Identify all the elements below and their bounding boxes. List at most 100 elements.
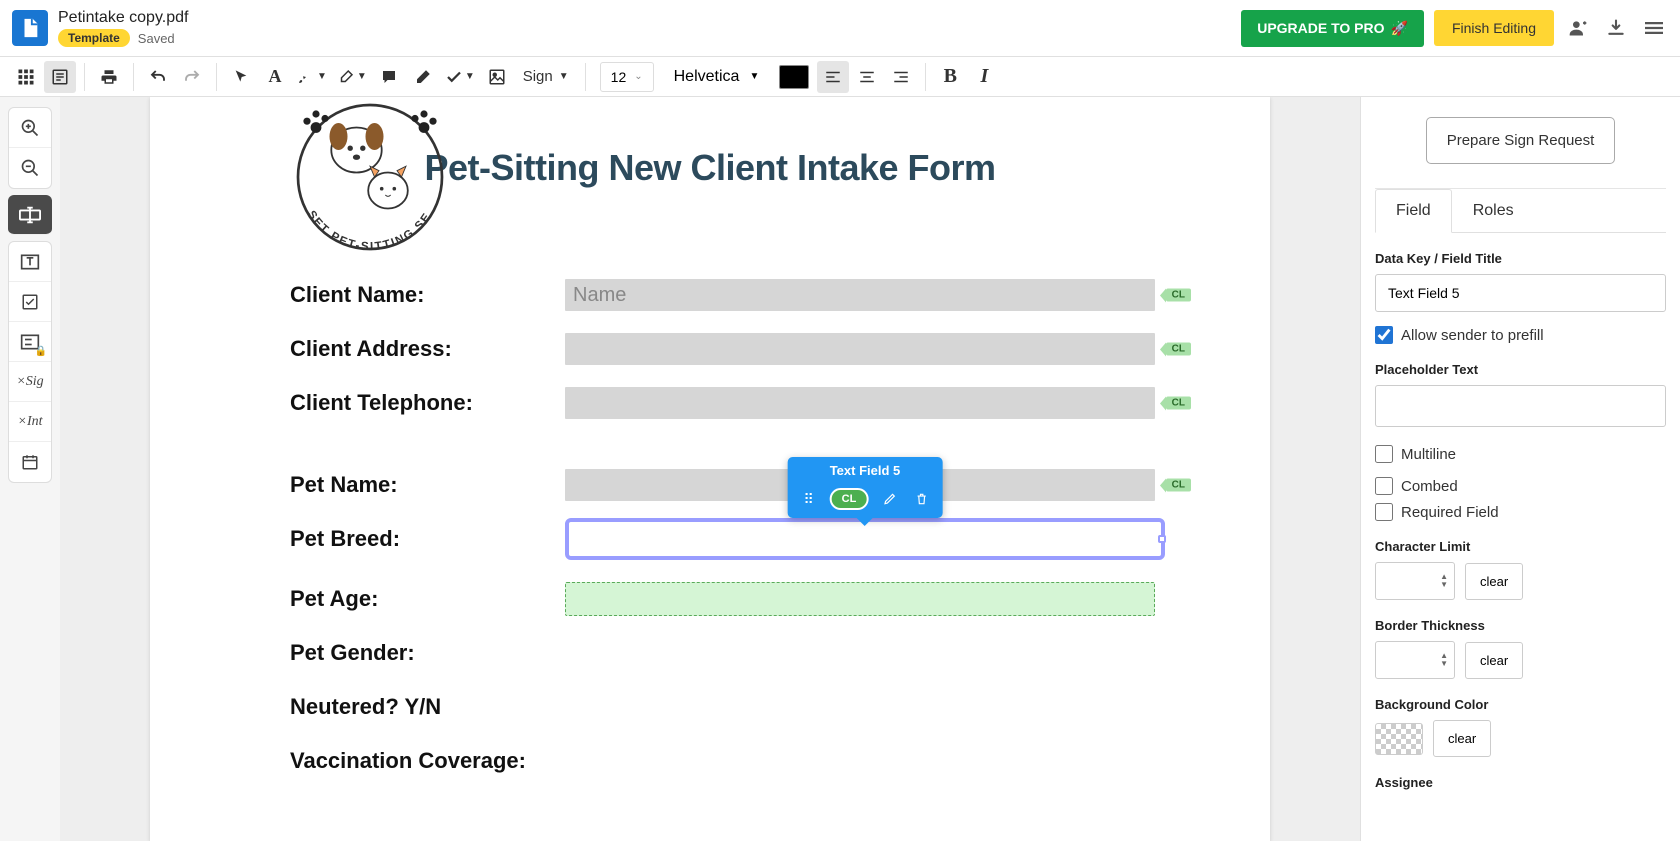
form-row-client-address: Client Address: CL <box>290 333 1190 365</box>
text-area-tool[interactable] <box>9 242 51 282</box>
multiline-label: Multiline <box>1401 446 1456 463</box>
prepare-sign-request-button[interactable]: Prepare Sign Request <box>1426 117 1616 164</box>
zoom-out-button[interactable] <box>9 148 51 188</box>
brush-tool-icon[interactable]: ▼ <box>293 61 331 93</box>
bg-color-label: Background Color <box>1375 697 1666 712</box>
combed-checkbox[interactable] <box>1375 477 1393 495</box>
popover-role-badge[interactable]: CL <box>830 488 869 510</box>
download-icon[interactable] <box>1602 14 1630 42</box>
comment-tool-icon[interactable] <box>373 61 405 93</box>
field-label: Client Name: <box>290 282 565 308</box>
text-field[interactable]: CL <box>565 387 1155 419</box>
file-name: Petintake copy.pdf <box>58 9 188 27</box>
align-left-icon[interactable] <box>817 61 849 93</box>
eraser-tool-icon[interactable] <box>407 61 439 93</box>
selected-text-field[interactable]: Text Field 5 ⠿ CL <box>565 518 1165 560</box>
menu-icon[interactable] <box>1640 14 1668 42</box>
align-center-icon[interactable] <box>851 61 883 93</box>
toolbar: A ▼ ▼ ▼ Sign▼ 12⌄ Helvetica▼ B I <box>0 57 1680 97</box>
undo-icon[interactable] <box>142 61 174 93</box>
assignee-label: Assignee <box>1375 775 1666 790</box>
form-row-client-telephone: Client Telephone: CL <box>290 387 1190 419</box>
zoom-in-button[interactable] <box>9 108 51 148</box>
initials-tool[interactable]: ×Int <box>9 402 51 442</box>
checkbox-tool[interactable] <box>9 282 51 322</box>
italic-icon[interactable]: I <box>968 61 1000 93</box>
drag-handle-icon[interactable]: ⠿ <box>798 488 820 510</box>
right-panel: Prepare Sign Request Field Roles Data Ke… <box>1360 97 1680 841</box>
sign-dropdown[interactable]: Sign▼ <box>515 61 577 93</box>
border-thickness-clear-button[interactable]: clear <box>1465 642 1523 679</box>
field-label: Client Telephone: <box>290 390 565 416</box>
required-checkbox[interactable] <box>1375 503 1393 521</box>
bold-icon[interactable]: B <box>934 61 966 93</box>
align-right-icon[interactable] <box>885 61 917 93</box>
edit-icon[interactable] <box>878 488 900 510</box>
app-logo <box>12 10 48 46</box>
role-tag: CL <box>1166 397 1191 410</box>
drop-target-field[interactable] <box>565 582 1155 616</box>
color-picker[interactable] <box>779 65 809 89</box>
required-label: Required Field <box>1401 504 1499 521</box>
font-size-select[interactable]: 12⌄ <box>600 62 654 92</box>
add-user-icon[interactable] <box>1564 14 1592 42</box>
upgrade-button[interactable]: UPGRADE TO PRO 🚀 <box>1241 10 1424 47</box>
text-tool-icon[interactable]: A <box>259 61 291 93</box>
field-label: Vaccination Coverage: <box>290 748 565 774</box>
field-label: Client Address: <box>290 336 565 362</box>
highlighter-tool-icon[interactable]: ▼ <box>333 61 371 93</box>
header-info: Petintake copy.pdf Template Saved <box>58 9 188 47</box>
saved-status: Saved <box>138 31 175 46</box>
left-rail: 🔒 ×Sig ×Int <box>0 97 60 841</box>
form-row-pet-name: Pet Name: CL <box>290 469 1190 501</box>
combed-label: Combed <box>1401 478 1458 495</box>
bg-color-swatch[interactable] <box>1375 723 1423 755</box>
data-key-input[interactable] <box>1375 274 1666 312</box>
print-icon[interactable] <box>93 61 125 93</box>
delete-icon[interactable] <box>910 488 932 510</box>
form-row-pet-gender: Pet Gender: <box>290 637 1190 669</box>
border-thickness-label: Border Thickness <box>1375 618 1666 633</box>
field-label: Neutered? Y/N <box>290 694 565 720</box>
svg-text:SOMERSET PET-SITTING SERVICES: SOMERSET PET-SITTING SERVICES <box>280 97 434 253</box>
field-label: Pet Breed: <box>290 526 565 552</box>
date-tool[interactable] <box>9 442 51 482</box>
text-field[interactable]: Name CL <box>565 279 1155 311</box>
canvas-area[interactable]: SOMERSET PET-SITTING SERVICES Pet-Sittin… <box>60 97 1360 841</box>
checkmark-tool-icon[interactable]: ▼ <box>441 61 479 93</box>
document-page: SOMERSET PET-SITTING SERVICES Pet-Sittin… <box>150 97 1270 841</box>
bg-color-clear-button[interactable]: clear <box>1433 720 1491 757</box>
redo-icon[interactable] <box>176 61 208 93</box>
select-tool-icon[interactable] <box>225 61 257 93</box>
placeholder-label: Placeholder Text <box>1375 362 1666 377</box>
panel-tabs: Field Roles <box>1375 189 1666 233</box>
data-key-label: Data Key / Field Title <box>1375 251 1666 266</box>
tab-field[interactable]: Field <box>1375 189 1452 233</box>
form-row-pet-breed: Pet Breed: Text Field 5 ⠿ CL <box>290 523 1190 555</box>
app-header: Petintake copy.pdf Template Saved UPGRAD… <box>0 0 1680 57</box>
finish-editing-button[interactable]: Finish Editing <box>1434 10 1554 46</box>
grid-view-icon[interactable] <box>10 61 42 93</box>
field-label: Pet Name: <box>290 472 565 498</box>
multiline-checkbox[interactable] <box>1375 445 1393 463</box>
border-thickness-input[interactable]: ▲▼ <box>1375 641 1455 679</box>
allow-prefill-label: Allow sender to prefill <box>1401 327 1544 344</box>
char-limit-clear-button[interactable]: clear <box>1465 563 1523 600</box>
dropdown-tool[interactable]: 🔒 <box>9 322 51 362</box>
font-family-select[interactable]: Helvetica▼ <box>662 68 772 86</box>
tab-roles[interactable]: Roles <box>1452 189 1535 233</box>
role-tag: CL <box>1166 343 1191 356</box>
image-tool-icon[interactable] <box>481 61 513 93</box>
field-label: Pet Age: <box>290 586 565 612</box>
field-label: Pet Gender: <box>290 640 565 666</box>
placeholder-input[interactable] <box>1375 385 1666 427</box>
template-badge: Template <box>58 29 130 47</box>
page-view-icon[interactable] <box>44 61 76 93</box>
signature-tool[interactable]: ×Sig <box>9 362 51 402</box>
resize-handle[interactable] <box>1158 535 1166 543</box>
char-limit-input[interactable]: ▲▼ <box>1375 562 1455 600</box>
char-limit-label: Character Limit <box>1375 539 1666 554</box>
text-field[interactable]: CL <box>565 333 1155 365</box>
text-field-tool[interactable] <box>8 195 52 235</box>
allow-prefill-checkbox[interactable] <box>1375 326 1393 344</box>
